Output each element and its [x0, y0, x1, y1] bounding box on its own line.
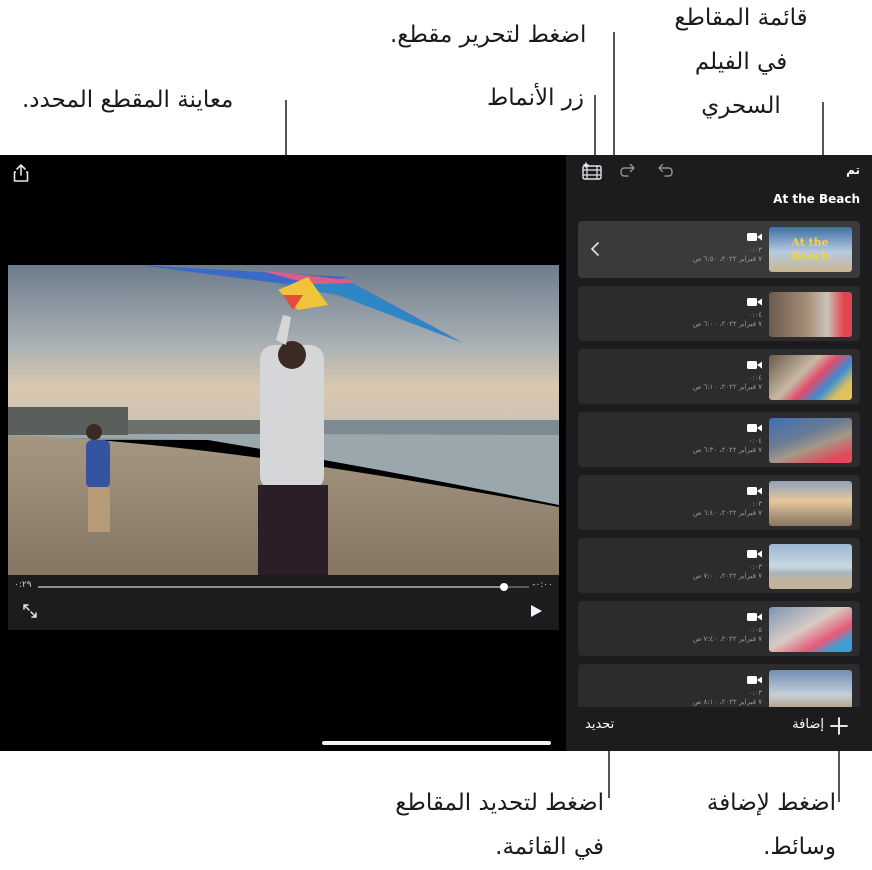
video-camera-icon	[747, 550, 762, 558]
callout-add-line-1: اضغط لإضافة	[706, 790, 836, 816]
styles-button[interactable]	[581, 161, 603, 181]
clip-duration: ٠:٠٣	[748, 689, 762, 697]
scrubber[interactable]	[38, 583, 529, 591]
video-camera-icon	[747, 424, 762, 432]
clip-thumbnail	[769, 418, 852, 463]
clip-preview[interactable]	[8, 265, 559, 575]
elapsed-time: ٠:٢٩	[14, 580, 32, 590]
clip-duration: ٠:٠٣	[748, 246, 762, 254]
expand-icon[interactable]	[22, 603, 38, 619]
panel-bottom-bar: تحديد إضافة	[566, 707, 872, 751]
clip-thumbnail	[769, 355, 852, 400]
callout-clip-list-line-2: في الفيلم	[694, 49, 788, 75]
clip-item[interactable]: ٠:٠٣ ٧ فبراير ٢٠٢٢، ٦:٤٠ ص	[578, 475, 860, 530]
video-camera-icon	[747, 613, 762, 621]
callout-clip-list-line-1: قائمة المقاطع	[674, 5, 808, 31]
clip-list-panel: تم At the Beach ٠:٠٣ ٧ فبراير ٢٠٢٢، ٦:٥٠…	[566, 155, 872, 751]
clip-date: ٧ فبراير ٢٠٢٢، ٦:٣٠ ص	[692, 446, 762, 454]
clip-date: ٧ فبراير ٢٠٢٢، ٦:٠٠ ص	[692, 320, 762, 328]
clip-duration: ٠:٠٣	[748, 563, 762, 571]
clip-thumbnail: At the Beach	[769, 227, 852, 272]
panel-toolbar: تم	[566, 155, 872, 189]
clip-item[interactable]: ٠:٠٣ ٧ فبراير ٢٠٢٢، ٧:٠٠ ص	[578, 538, 860, 593]
home-indicator	[322, 741, 551, 745]
add-media-button[interactable]: إضافة	[792, 717, 824, 732]
clip-date: ٧ فبراير ٢٠٢٢، ٨:١٠ ص	[692, 698, 762, 706]
clip-duration: ٠:٠٥	[748, 626, 762, 634]
clip-item[interactable]: ٠:٠٤ ٧ فبراير ٢٠٢٢، ٦:٠٠ ص	[578, 286, 860, 341]
callout-select-clips: اضغط لتحديد المقاطع في القائمة.	[358, 781, 604, 869]
clip-date: ٧ فبراير ٢٠٢٢، ٦:٥٠ ص	[692, 255, 762, 263]
redo-icon[interactable]	[619, 163, 637, 179]
video-camera-icon	[747, 298, 762, 306]
playback-controls: ٠:٢٩ -٠:٠٠	[8, 575, 559, 630]
clip-item[interactable]: ٠:٠٤ ٧ فبراير ٢٠٢٢، ٦:٣٠ ص	[578, 412, 860, 467]
clip-thumbnail	[769, 481, 852, 526]
callout-select-line-2: في القائمة.	[495, 834, 604, 860]
clip-item[interactable]: ٠:٠٥ ٧ فبراير ٢٠٢٢، ٧:٤٠ ص	[578, 601, 860, 656]
callout-clip-list: قائمة المقاطع في الفيلم السحري	[656, 0, 826, 128]
clip-item[interactable]: ٠:٠٤ ٧ فبراير ٢٠٢٢، ٦:١٠ ص	[578, 349, 860, 404]
clip-duration: ٠:٠٤	[748, 374, 762, 382]
clip-thumbnail	[769, 607, 852, 652]
clip-duration: ٠:٠٤	[748, 437, 762, 445]
clip-thumbnail	[769, 544, 852, 589]
callout-styles-button: زر الأنماط	[487, 85, 585, 111]
thumbnail-title-text: At the Beach	[790, 236, 830, 262]
callout-add-line-2: وسائط.	[763, 834, 836, 860]
clip-thumbnail	[769, 292, 852, 337]
share-icon[interactable]	[12, 163, 30, 183]
undo-icon[interactable]	[656, 163, 674, 179]
clip-item[interactable]: ٠:٠٣ ٧ فبراير ٢٠٢٢، ٦:٥٠ ص At the Beach	[578, 221, 860, 278]
play-icon[interactable]	[529, 604, 543, 618]
video-camera-icon	[747, 487, 762, 495]
imovie-screen: ٠:٢٩ -٠:٠٠ تم At the Beach ٠:٠٣ ٧ فبراير…	[0, 155, 872, 751]
clip-list[interactable]: ٠:٠٣ ٧ فبراير ٢٠٢٢، ٦:٥٠ ص At the Beach …	[578, 221, 860, 707]
plus-icon[interactable]	[830, 717, 848, 735]
clip-duration: ٠:٠٣	[748, 500, 762, 508]
movie-title: At the Beach	[773, 192, 860, 206]
clip-duration: ٠:٠٤	[748, 311, 762, 319]
clip-date: ٧ فبراير ٢٠٢٢، ٦:٤٠ ص	[692, 509, 762, 517]
video-camera-icon	[747, 676, 762, 684]
callout-edit-clip: اضغط لتحرير مقطع.	[390, 22, 587, 48]
done-button[interactable]: تم	[846, 163, 860, 177]
preview-image	[8, 265, 559, 575]
video-camera-icon	[747, 233, 762, 241]
clip-date: ٧ فبراير ٢٠٢٢، ٦:١٠ ص	[692, 383, 762, 391]
preview-area: ٠:٢٩ -٠:٠٠	[0, 155, 566, 751]
select-button[interactable]: تحديد	[585, 717, 614, 732]
callout-clip-list-line-3: السحري	[701, 93, 781, 119]
remaining-time: -٠:٠٠	[532, 580, 553, 590]
callout-preview: معاينة المقطع المحدد.	[22, 87, 234, 113]
clip-date: ٧ فبراير ٢٠٢٢، ٧:٤٠ ص	[692, 635, 762, 643]
clip-item[interactable]: ٠:٠٣ ٧ فبراير ٢٠٢٢، ٨:١٠ ص	[578, 664, 860, 707]
callout-add-media: اضغط لإضافة وسائط.	[688, 781, 836, 869]
scrubber-fill	[38, 586, 505, 588]
scrubber-knob[interactable]	[500, 583, 509, 591]
clip-date: ٧ فبراير ٢٠٢٢، ٧:٠٠ ص	[692, 572, 762, 580]
callout-select-line-1: اضغط لتحديد المقاطع	[395, 790, 604, 816]
clip-thumbnail	[769, 670, 852, 707]
video-camera-icon	[747, 361, 762, 369]
chevron-left-icon[interactable]	[590, 241, 600, 257]
